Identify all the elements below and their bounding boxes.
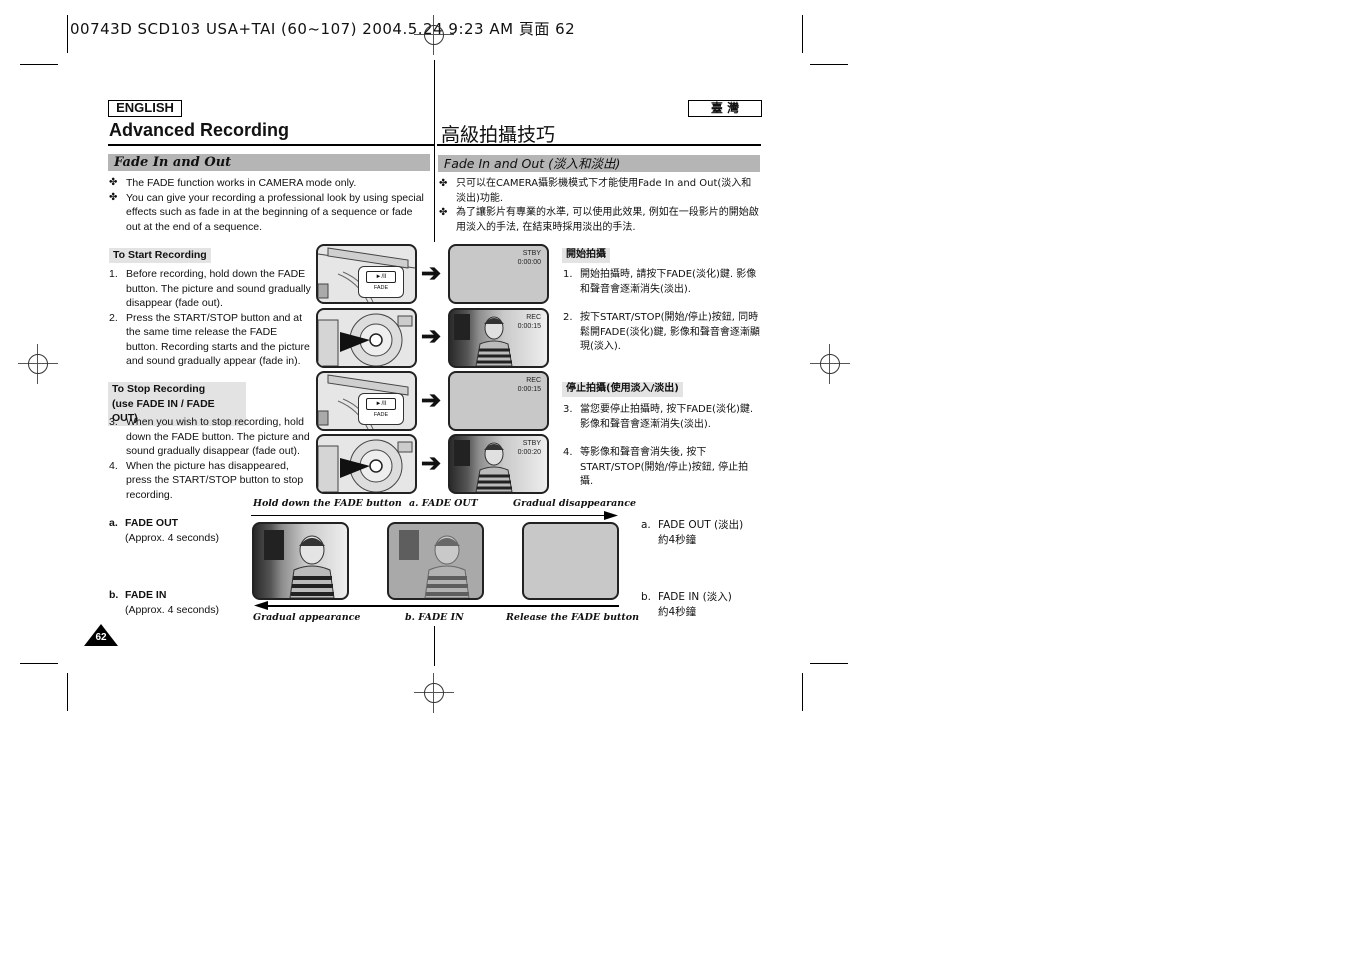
step-item: 2. 按下START/STOP(開始/停止)按鈕, 同時鬆開FADE(淡化)鍵, … [563, 312, 760, 352]
page-title: Advanced Recording [109, 120, 290, 140]
fade-frame-half [387, 522, 484, 600]
start-recording-heading: To Start Recording [109, 248, 211, 263]
fade-in-note: b. FADE IN (Approx. 4 seconds) [109, 589, 219, 616]
center-fold-line [434, 60, 435, 242]
lcd-screen-recording: REC 0:00:15 [448, 308, 549, 368]
arrow-right-icon: ➔ [421, 450, 442, 477]
bullet-icon: ✤ [439, 207, 448, 218]
bullet-item: ✤ You can give your recording a professio… [109, 191, 424, 233]
osd-mode: REC [526, 314, 541, 321]
arrow-right-icon: ➔ [421, 260, 442, 287]
language-label-english: ENGLISH [108, 100, 182, 117]
osd-mode: STBY [522, 250, 541, 257]
stop-recording-heading-chinese: 停止拍攝(使用淡入/淡出) [562, 382, 683, 397]
bullet-item: ✤ 為了讓影片有專業的水準, 可以使用此效果, 例如在一段影片的開始啟用淡入的手法… [439, 207, 759, 233]
camera-start-stop-illustration [316, 308, 417, 368]
fade-out-note-chinese: a. FADE OUT (淡出) 約4秒鐘 [641, 519, 744, 546]
camera-start-stop-illustration [316, 434, 417, 494]
step-item: 3. 當您要停止拍攝時, 按下FADE(淡化)鍵. 影像和聲音會逐漸消失(淡出). [563, 404, 754, 430]
registration-mark-icon [414, 673, 454, 713]
crop-mark [802, 15, 803, 53]
lcd-screen-standby-photo: STBY 0:00:20 [448, 434, 549, 494]
bullet-icon: ✤ [109, 177, 118, 188]
crop-mark [20, 663, 58, 664]
arrowhead-right-icon [604, 511, 618, 520]
timeline-arrow-backward [262, 605, 619, 607]
step-item: 1. Before recording, hold down the FADE b… [109, 268, 311, 309]
crop-mark [810, 663, 848, 664]
intro-bullets-chinese: ✤ 只可以在CAMERA攝影機模式下才能使用Fade In and Out(淡入和… [439, 177, 761, 235]
caption-fade-in: b. FADE IN [405, 612, 464, 623]
stop-steps-chinese: 3. 當您要停止拍攝時, 按下FADE(淡化)鍵. 影像和聲音會逐漸消失(淡出).… [563, 403, 761, 490]
osd-time: 0:00:20 [517, 449, 541, 456]
start-stop-dial-icon [318, 313, 413, 366]
camera-fade-button-illustration: ►/II FADE [316, 244, 417, 304]
language-label-taiwan: 臺 灣 [688, 100, 762, 117]
caption-fade-out: a. FADE OUT [409, 498, 478, 509]
fade-label: FADE [373, 285, 389, 291]
fade-out-note: a. FADE OUT (Approx. 4 seconds) [109, 517, 219, 544]
play-pause-button-icon: ►/II [366, 271, 396, 283]
fade-label: FADE [373, 412, 389, 418]
camera-fade-button-illustration: ►/II FADE [316, 371, 417, 431]
start-steps: 1. Before recording, hold down the FADE b… [109, 267, 311, 369]
osd-time: 0:00:00 [517, 259, 541, 266]
bullet-icon: ✤ [109, 191, 118, 203]
step-item: 4. 等影像和聲音會消失後, 按下START/STOP(開始/停止)按鈕, 停止拍… [563, 447, 749, 487]
caption-hold-fade: Hold down the FADE button [253, 498, 402, 509]
crop-mark [67, 673, 68, 711]
fade-button-callout: ►/II FADE [358, 393, 404, 425]
osd-mode: STBY [522, 440, 541, 447]
step-item: 2. Press the START/STOP button and at the… [109, 311, 310, 368]
stop-steps: 3. When you wish to stop recording, hold … [109, 415, 311, 502]
arrow-right-icon: ➔ [421, 323, 442, 350]
start-steps-chinese: 1. 開始拍攝時, 請按下FADE(淡化)鍵. 影像和聲音會逐漸消失(淡出). 2… [563, 268, 761, 355]
page-title-chinese: 高級拍攝技巧 [441, 124, 556, 146]
step-item: 1. 開始拍攝時, 請按下FADE(淡化)鍵. 影像和聲音會逐漸消失(淡出). [563, 269, 757, 295]
crop-mark [67, 15, 68, 53]
section-title-chinese: Fade In and Out (淡入和淡出) [438, 155, 760, 172]
timeline-arrow-forward [251, 515, 611, 516]
step-item: 4. When the picture has disappeared, pres… [109, 459, 304, 501]
start-recording-heading-chinese: 開始拍攝 [562, 248, 610, 263]
registration-mark-icon [810, 344, 850, 384]
osd-time: 0:00:15 [517, 323, 541, 330]
title-rule [108, 144, 434, 146]
bullet-item: ✤ The FADE function works in CAMERA mode … [109, 177, 357, 189]
section-title: Fade In and Out [108, 154, 430, 171]
bullet-icon: ✤ [439, 178, 448, 189]
crop-mark [802, 673, 803, 711]
print-header: 00743D SCD103 USA+TAI (60~107) 2004.5.24… [70, 20, 576, 38]
fade-button-callout: ►/II FADE [358, 266, 404, 298]
crop-mark [20, 64, 58, 65]
title-rule [437, 144, 761, 146]
caption-gradual-appearance: Gradual appearance [253, 612, 361, 623]
intro-bullets: ✤ The FADE function works in CAMERA mode … [109, 176, 427, 234]
play-pause-button-icon: ►/II [366, 398, 396, 410]
caption-release-fade: Release the FADE button [506, 612, 640, 623]
crop-mark [810, 64, 848, 65]
page-number-badge: 62 [84, 624, 118, 646]
child-photo-icon [264, 530, 335, 598]
caption-gradual-disappearance: Gradual disappearance [513, 498, 637, 509]
osd-time: 0:00:15 [517, 386, 541, 393]
start-stop-dial-icon [318, 439, 413, 492]
lcd-screen-standby: STBY 0:00:00 [448, 244, 549, 304]
child-photo-icon [399, 530, 470, 598]
step-item: 3. When you wish to stop recording, hold … [109, 416, 310, 457]
lcd-screen-faded: REC 0:00:15 [448, 371, 549, 431]
fade-frame-full [252, 522, 349, 600]
center-fold-line [434, 626, 435, 666]
registration-mark-icon [18, 344, 58, 384]
fade-frame-blank [522, 522, 619, 600]
bullet-item: ✤ 只可以在CAMERA攝影機模式下才能使用Fade In and Out(淡入和… [439, 178, 752, 204]
fade-in-note-chinese: b. FADE IN (淡入) 約4秒鐘 [641, 591, 732, 618]
osd-mode: REC [526, 377, 541, 384]
registration-mark-icon [414, 15, 454, 55]
arrow-right-icon: ➔ [421, 387, 442, 414]
